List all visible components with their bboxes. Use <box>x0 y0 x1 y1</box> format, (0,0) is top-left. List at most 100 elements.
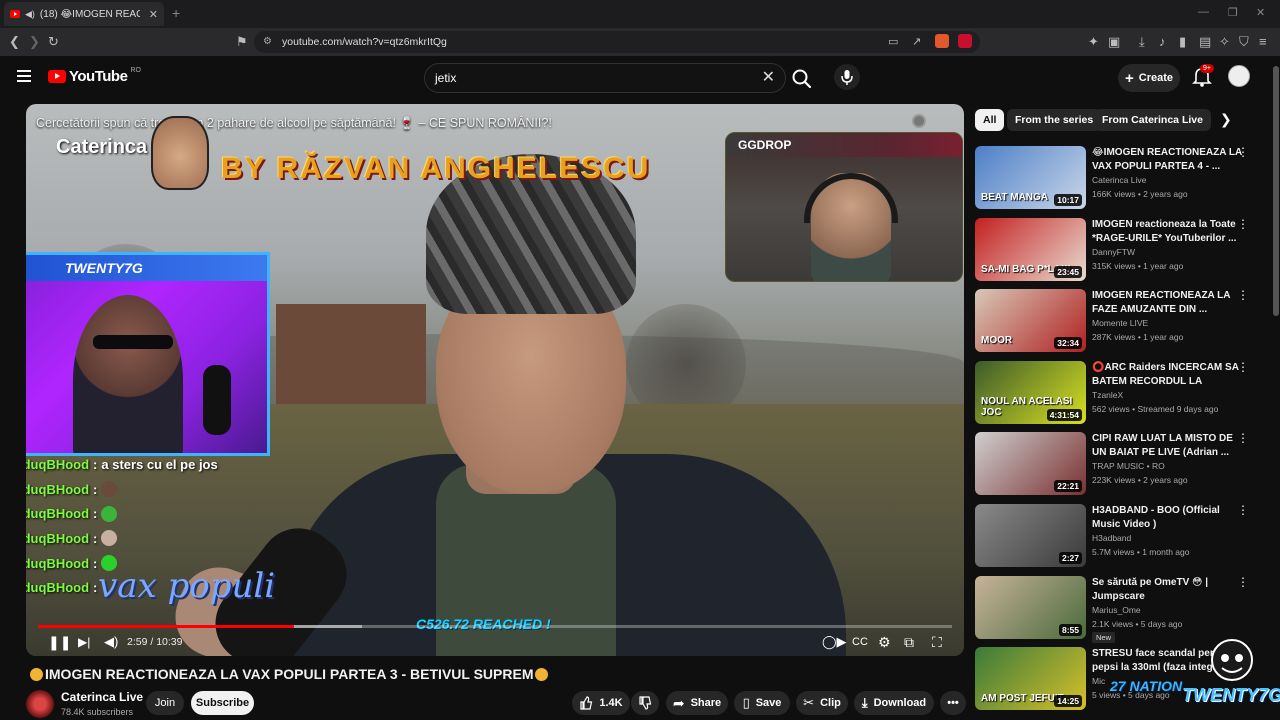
recommendation-channel[interactable]: Momente LIVE <box>1092 318 1148 328</box>
video-player[interactable]: Cercetătorii spun că tre... bem 2 pahare… <box>26 104 964 656</box>
recommendation-thumbnail[interactable]: SA-MI BAG P*LA!!! 23:45 <box>975 217 1086 281</box>
recommendation-title[interactable]: 😂IMOGEN REACTIONEAZA LA VAX POPULI PARTE… <box>1092 146 1242 174</box>
leo-icon[interactable]: ✧ <box>1219 34 1230 50</box>
recommendation-title[interactable]: IMOGEN reactioneaza la Toate *RAGE-URILE… <box>1092 218 1242 246</box>
like-button[interactable]: 1.4K <box>572 691 630 715</box>
tab-close-icon[interactable]: ✕ <box>149 8 158 21</box>
forward-icon[interactable]: ❯ <box>29 34 40 50</box>
mic-icon[interactable] <box>834 64 860 90</box>
browser-tab[interactable]: ◀) (18) 😂IMOGEN REACTIONEAZ ✕ <box>4 2 164 26</box>
recommendation-title[interactable]: ⭕ARC Raiders INCERCAM SA BATEM RECORDUL … <box>1092 361 1242 389</box>
share-page-icon[interactable]: ↗ <box>912 34 921 50</box>
reader-icon[interactable]: ▮ <box>1179 34 1186 50</box>
clear-search-icon[interactable]: ✕ <box>762 64 775 92</box>
recommendation-item[interactable]: 22:21 CIPI RAW LUAT LA MISTO DE UN BAIAT … <box>975 432 1265 498</box>
fullscreen-icon[interactable]: ⛶ <box>932 634 942 650</box>
download-button[interactable]: ⤓ Download <box>854 691 934 715</box>
menu-icon[interactable]: ≡ <box>1259 34 1267 50</box>
subtitles-icon[interactable]: CC <box>852 634 868 650</box>
recommendation-thumbnail[interactable]: 8:55 <box>975 575 1086 639</box>
recommendation-thumbnail[interactable]: MOOR 32:34 <box>975 289 1086 353</box>
recommendation-title[interactable]: Se sărută pe OmeTV 😳 | Jumpscare <box>1092 576 1242 604</box>
chevron-right-icon[interactable]: ❯ <box>1220 111 1232 128</box>
cast-icon[interactable]: ▭ <box>888 34 898 50</box>
recommendation-title[interactable]: IMOGEN REACTIONEAZA LA FAZE AMUZANTE DIN… <box>1092 289 1242 317</box>
address-bar[interactable]: ⚙ youtube.com/watch?v=qtz6mkrItQg <box>254 31 980 53</box>
new-tab-icon[interactable]: + <box>172 5 180 21</box>
dislike-button[interactable] <box>631 691 659 715</box>
settings-icon[interactable]: ⚙ <box>878 634 891 650</box>
kebab-menu-icon[interactable]: ⋮ <box>1237 146 1249 158</box>
scrollbar-thumb[interactable] <box>1273 66 1279 316</box>
subscribe-button[interactable]: Subscribe <box>191 691 254 715</box>
recommendation-channel[interactable]: Marius_Ome <box>1092 605 1141 615</box>
join-button[interactable]: Join <box>146 691 184 715</box>
kebab-menu-icon[interactable]: ⋮ <box>1237 289 1249 301</box>
thumbnail-text: BEAT MANGA <box>981 192 1049 203</box>
downloads-icon[interactable]: ⤓ <box>1139 34 1145 50</box>
recommendation-channel[interactable]: Mic <box>1092 676 1105 686</box>
rewards-icon[interactable] <box>958 34 972 48</box>
save-button[interactable]: ▯ Save <box>734 691 790 715</box>
youtube-logo[interactable]: YouTube RO <box>48 67 141 85</box>
recommendation-channel[interactable]: TzanleX <box>1092 390 1123 400</box>
back-icon[interactable]: ❮ <box>9 34 20 50</box>
kebab-menu-icon[interactable]: ⋮ <box>1237 576 1249 588</box>
maximize-icon[interactable]: ❐ <box>1228 6 1238 19</box>
wallet-icon[interactable]: ▤ <box>1199 34 1211 50</box>
kebab-menu-icon[interactable]: ⋮ <box>1237 218 1249 230</box>
recommendation-thumbnail[interactable]: 22:21 <box>975 432 1086 496</box>
channel-name[interactable]: Caterinca Live <box>61 690 143 704</box>
music-icon[interactable]: ♪ <box>1159 34 1166 50</box>
window-close-icon[interactable]: ✕ <box>1256 6 1265 19</box>
recommendation-item[interactable]: BEAT MANGA 10:17 😂IMOGEN REACTIONEAZA LA V… <box>975 146 1265 212</box>
video-title: IMOGEN REACTIONEAZA LA VAX POPULI PARTEA… <box>28 666 550 682</box>
channel-avatar[interactable] <box>26 690 54 718</box>
search-icon[interactable] <box>788 65 816 93</box>
reload-icon[interactable]: ↻ <box>48 34 59 50</box>
recommendation-thumbnail[interactable]: NOUL AN ACELASI JOC 4:31:54 <box>975 360 1086 424</box>
recommendation-thumbnail[interactable]: BEAT MANGA 10:17 <box>975 146 1086 209</box>
kebab-menu-icon[interactable]: ⋮ <box>1237 361 1249 373</box>
create-button[interactable]: + Create <box>1118 64 1180 92</box>
recommendation-item[interactable]: MOOR 32:34 IMOGEN REACTIONEAZA LA FAZE AMU… <box>975 289 1265 355</box>
volume-icon[interactable]: ◀) <box>104 634 118 650</box>
autoplay-toggle[interactable]: ◯▶ <box>822 634 847 650</box>
more-actions-button[interactable]: ••• <box>940 691 966 715</box>
pause-icon[interactable]: ❚❚ <box>48 634 71 650</box>
bookmark-icon[interactable]: ⚑ <box>236 34 248 50</box>
extensions-icon[interactable]: ✦ <box>1088 34 1099 50</box>
recommendation-channel[interactable]: H3adband <box>1092 533 1131 543</box>
speaker-icon[interactable]: ◀) <box>25 9 35 20</box>
sidebar-toggle-icon[interactable]: ▣ <box>1108 34 1120 50</box>
next-icon[interactable]: ▶| <box>78 634 90 650</box>
chip-from-series[interactable]: From the series <box>1007 109 1102 131</box>
recommendation-channel[interactable]: TRAP MUSIC • RO <box>1092 461 1165 471</box>
share-button[interactable]: ➦ Share <box>666 691 728 715</box>
recommendation-channel[interactable]: Caterinca Live <box>1092 175 1146 185</box>
recommendation-item[interactable]: NOUL AN ACELASI JOC 4:31:54 ⭕ARC Raiders I… <box>975 360 1265 427</box>
recommendation-item[interactable]: 2:27 H3ADBAND - BOO (Official Music Video… <box>975 504 1265 570</box>
kebab-menu-icon[interactable]: ⋮ <box>1237 432 1249 444</box>
account-avatar[interactable] <box>1228 65 1250 87</box>
kebab-menu-icon[interactable]: ⋮ <box>1237 504 1249 516</box>
recommendation-thumbnail[interactable]: AM POST JEFUIT 14:25 <box>975 647 1086 711</box>
minimize-icon[interactable]: — <box>1198 6 1209 18</box>
recommendation-thumbnail[interactable]: 2:27 <box>975 504 1086 567</box>
brave-shield-icon[interactable] <box>935 34 949 48</box>
recommendation-channel[interactable]: DannyFTW <box>1092 247 1135 257</box>
recommendation-title[interactable]: CIPI RAW LUAT LA MISTO DE UN BAIAT PE LI… <box>1092 432 1242 460</box>
hamburger-menu-icon[interactable] <box>17 70 31 82</box>
vpn-icon[interactable]: ⛉ <box>1239 34 1249 50</box>
chip-all[interactable]: All <box>975 109 1005 131</box>
clip-button[interactable]: ✂ Clip <box>796 691 848 715</box>
miniplayer-icon[interactable]: ⧉ <box>904 634 914 650</box>
recommendation-title[interactable]: H3ADBAND - BOO (Official Music Video ) <box>1092 504 1242 532</box>
progress-bar[interactable] <box>38 625 952 628</box>
player-overlay-title[interactable]: Cercetătorii spun că tre... bem 2 pahare… <box>36 116 552 131</box>
recommendation-item[interactable]: SA-MI BAG P*LA!!! 23:45 IMOGEN reactioneaz… <box>975 217 1265 284</box>
chip-from-channel[interactable]: From Caterinca Live <box>1094 109 1211 131</box>
search-input[interactable]: jetix ✕ <box>424 63 786 93</box>
watch-later-icon[interactable] <box>912 114 926 128</box>
site-info-icon[interactable]: ⚙ <box>263 31 272 53</box>
